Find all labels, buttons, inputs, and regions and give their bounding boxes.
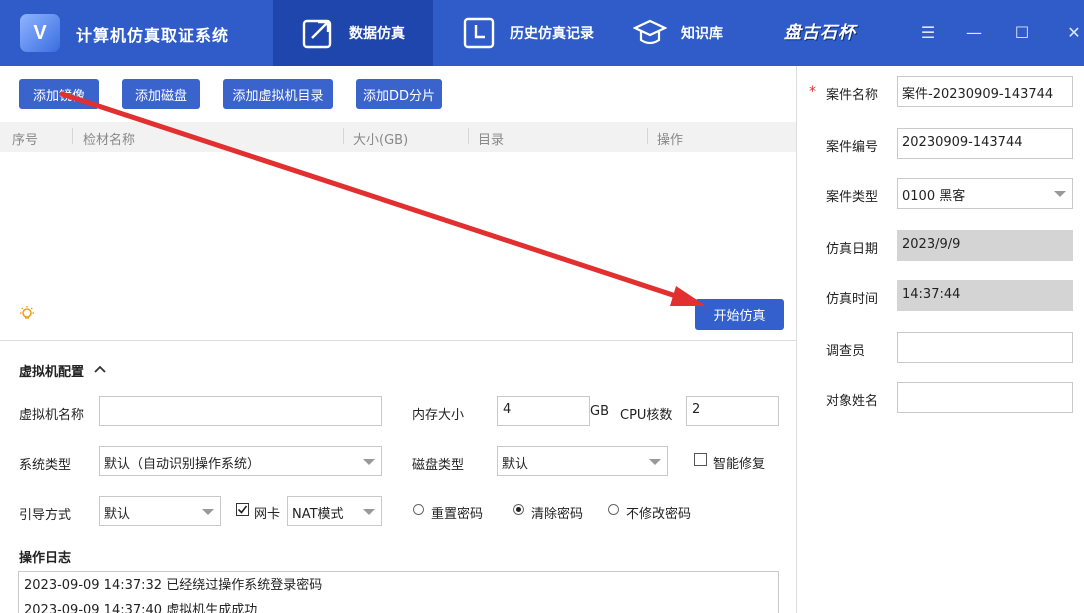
reset-password-label: 重置密码 [431,507,484,522]
add-image-button[interactable]: 添加镜像 [19,79,99,109]
brand-logo: 盘古石杯 [784,23,856,43]
external-window-icon [302,19,332,49]
column-header-directory: 目录 [478,133,505,148]
cpu-cores-label: CPU核数 [620,408,673,423]
clear-password-label: 清除密码 [531,507,584,522]
case-name-label: 案件名称 [826,88,879,103]
tab-data-simulation[interactable]: 数据仿真 [273,0,433,66]
close-icon: ✕ [1067,22,1081,42]
menu-button[interactable]: ☰ [916,20,940,44]
sim-date-field: 2023/9/9 [897,230,1073,261]
vm-name-label: 虚拟机名称 [19,408,85,423]
disk-type-label: 磁盘类型 [412,458,465,473]
cpu-cores-input[interactable]: 2 [686,396,779,426]
tab-label: 历史仿真记录 [510,26,594,42]
required-mark: * [809,84,816,100]
case-number-input[interactable]: 20230909-143744 [897,128,1073,159]
os-type-select[interactable]: 默认（自动识别操作系统） [99,446,382,476]
chevron-up-icon[interactable] [93,364,107,374]
log-line: 2023-09-09 14:37:32 已经绕过操作系统登录密码 [24,578,323,593]
subject-name-label: 对象姓名 [826,394,879,409]
memory-input[interactable]: 4 [497,396,590,426]
boot-mode-select[interactable]: 默认 [99,496,221,526]
nic-mode-value: NAT模式 [292,507,344,522]
clock-icon [463,17,495,49]
log-line: 2023-09-09 14:37:40 虚拟机生成成功 [24,603,258,613]
nic-label: 网卡 [254,507,281,522]
menu-icon: ☰ [920,22,936,42]
column-header-name: 检材名称 [83,133,136,148]
vm-config-title: 虚拟机配置 [19,365,85,380]
graduation-cap-icon [633,19,667,45]
case-type-value: 0100 黑客 [902,189,966,204]
evidence-table-header: 序号 检材名称 大小(GB) 目录 操作 [0,122,796,152]
tab-knowledge[interactable]: 知识库 [633,0,743,66]
checkmark-icon [237,505,248,514]
keep-password-label: 不修改密码 [626,507,692,522]
column-header-action: 操作 [657,133,684,148]
lightbulb-icon[interactable] [18,305,36,323]
start-simulation-button[interactable]: 开始仿真 [695,299,784,330]
memory-label: 内存大小 [412,408,465,423]
minimize-icon: — [966,22,982,42]
minimize-button[interactable]: — [962,20,986,44]
os-type-label: 系统类型 [19,458,72,473]
app-title: 计算机仿真取证系统 [76,26,230,45]
subject-name-input[interactable] [897,382,1073,413]
disk-type-select[interactable]: 默认 [497,446,668,476]
tab-history[interactable]: 历史仿真记录 [462,0,612,66]
log-title: 操作日志 [19,551,72,566]
column-header-index: 序号 [12,133,39,148]
nic-checkbox[interactable] [236,503,249,516]
case-number-label: 案件编号 [826,140,879,155]
boot-mode-value: 默认 [104,507,131,522]
memory-unit: GB [590,404,609,419]
investigator-label: 调查员 [826,344,866,359]
add-dd-split-button[interactable]: 添加DD分片 [356,79,442,109]
smart-repair-checkbox[interactable] [694,453,707,466]
investigator-input[interactable] [897,332,1073,363]
case-type-select[interactable]: 0100 黑客 [897,178,1073,209]
operation-log[interactable]: 2023-09-09 14:37:32 已经绕过操作系统登录密码 2023-09… [18,571,779,613]
boot-mode-label: 引导方式 [19,508,72,523]
add-vm-directory-button[interactable]: 添加虚拟机目录 [223,79,333,109]
app-logo: V [20,14,60,52]
clear-password-radio[interactable] [513,504,524,515]
chevron-down-icon [1054,191,1066,197]
keep-password-radio[interactable] [608,504,619,515]
chevron-down-icon [363,459,375,465]
tab-label: 数据仿真 [349,26,405,42]
chevron-down-icon [202,509,214,515]
disk-type-value: 默认 [502,457,529,472]
maximize-button[interactable]: ☐ [1010,20,1034,44]
add-disk-button[interactable]: 添加磁盘 [122,79,200,109]
tab-label: 知识库 [681,26,723,42]
section-divider [0,340,796,341]
case-type-label: 案件类型 [826,190,879,205]
os-type-value: 默认（自动识别操作系统） [104,457,261,472]
reset-password-radio[interactable] [413,504,424,515]
logo-letter: V [33,21,47,44]
column-header-size: 大小(GB) [353,133,409,148]
evidence-table-body[interactable] [0,152,796,300]
sim-date-label: 仿真日期 [826,242,879,257]
close-button[interactable]: ✕ [1062,20,1084,44]
smart-repair-label: 智能修复 [713,457,766,472]
nic-mode-select[interactable]: NAT模式 [287,496,382,526]
chevron-down-icon [363,509,375,515]
sim-time-label: 仿真时间 [826,292,879,307]
case-name-input[interactable]: 案件-20230909-143744 [897,76,1073,107]
vm-name-input[interactable] [99,396,382,426]
chevron-down-icon [649,459,661,465]
maximize-icon: ☐ [1014,22,1030,42]
sim-time-field: 14:37:44 [897,280,1073,311]
